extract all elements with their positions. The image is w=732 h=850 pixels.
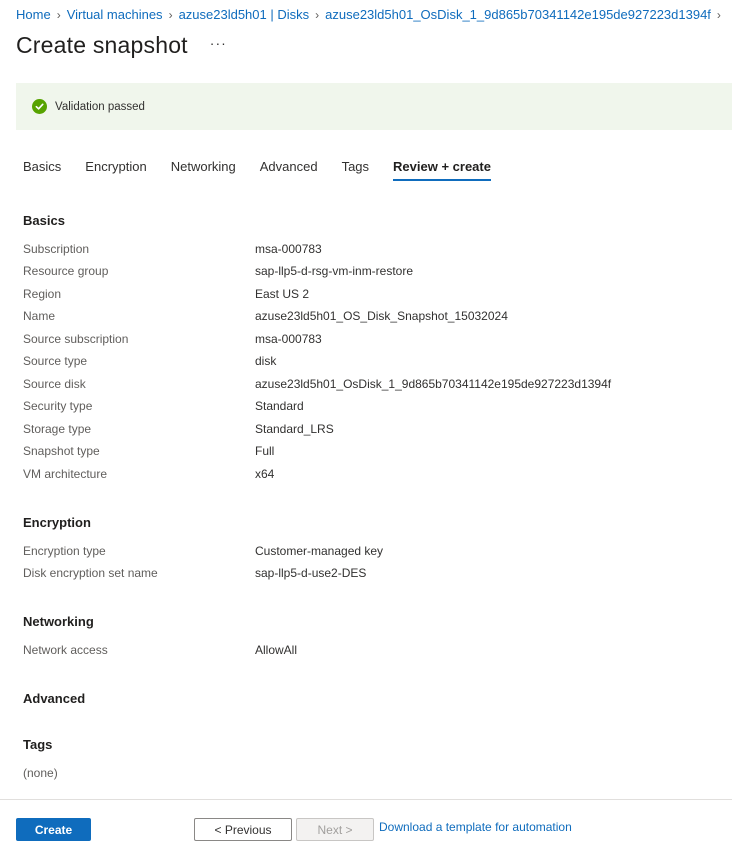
tab-review-create[interactable]: Review + create: [393, 159, 491, 183]
chevron-right-icon: ›: [168, 7, 173, 22]
label-subscription: Subscription: [23, 242, 90, 256]
previous-button[interactable]: < Previous: [194, 818, 292, 841]
value-network-access: AllowAll: [255, 643, 298, 657]
success-check-icon: [32, 99, 47, 114]
value-region: East US 2: [255, 287, 310, 301]
label-network-access: Network access: [23, 643, 108, 657]
value-disk-encryption-set: sap-llp5-d-use2-DES: [255, 566, 367, 580]
label-vm-architecture: VM architecture: [23, 467, 108, 481]
tab-networking[interactable]: Networking: [171, 159, 236, 183]
breadcrumb: Home › Virtual machines › azuse23ld5h01 …: [16, 7, 727, 22]
title-row: Create snapshot ···: [16, 32, 227, 59]
validation-banner: Validation passed: [16, 83, 732, 130]
footer-divider: [0, 799, 732, 800]
tab-tags[interactable]: Tags: [342, 159, 369, 183]
value-subscription: msa-000783: [255, 242, 322, 256]
download-template-link[interactable]: Download a template for automation: [379, 820, 572, 834]
section-title-tags: Tags: [23, 737, 53, 752]
label-region: Region: [23, 287, 62, 301]
value-source-type: disk: [255, 354, 277, 368]
label-disk-encryption-set: Disk encryption set name: [23, 566, 158, 580]
value-vm-architecture: x64: [255, 467, 275, 481]
tab-bar: Basics Encryption Networking Advanced Ta…: [23, 159, 515, 183]
tab-encryption[interactable]: Encryption: [85, 159, 146, 183]
label-security-type: Security type: [23, 399, 93, 413]
chevron-right-icon: ›: [315, 7, 320, 22]
value-encryption-type: Customer-managed key: [255, 544, 384, 558]
page-title: Create snapshot: [16, 32, 188, 58]
breadcrumb-vm-disks[interactable]: azuse23ld5h01 | Disks: [179, 7, 310, 22]
label-storage-type: Storage type: [23, 422, 92, 436]
breadcrumb-home[interactable]: Home: [16, 7, 51, 22]
label-name: Name: [23, 309, 56, 323]
tab-basics[interactable]: Basics: [23, 159, 61, 183]
section-title-encryption: Encryption: [23, 515, 91, 530]
tags-empty-value: (none): [23, 766, 58, 780]
value-security-type: Standard: [255, 399, 304, 413]
value-snapshot-type: Full: [255, 444, 275, 458]
section-title-networking: Networking: [23, 614, 94, 629]
value-name: azuse23ld5h01_OS_Disk_Snapshot_15032024: [255, 309, 508, 323]
label-source-disk: Source disk: [23, 377, 86, 391]
breadcrumb-os-disk[interactable]: azuse23ld5h01_OsDisk_1_9d865b70341142e19…: [325, 7, 711, 22]
value-source-subscription: msa-000783: [255, 332, 322, 346]
label-snapshot-type: Snapshot type: [23, 444, 100, 458]
next-button[interactable]: Next >: [296, 818, 374, 841]
value-source-disk: azuse23ld5h01_OsDisk_1_9d865b70341142e19…: [255, 377, 612, 391]
section-title-basics: Basics: [23, 213, 65, 228]
label-encryption-type: Encryption type: [23, 544, 106, 558]
chevron-right-icon: ›: [716, 7, 721, 22]
section-title-advanced: Advanced: [23, 691, 86, 706]
tab-advanced[interactable]: Advanced: [260, 159, 318, 183]
validation-text: Validation passed: [55, 100, 145, 113]
create-button[interactable]: Create: [16, 818, 91, 841]
label-source-subscription: Source subscription: [23, 332, 129, 346]
more-options-button[interactable]: ···: [210, 35, 227, 51]
label-source-type: Source type: [23, 354, 88, 368]
breadcrumb-virtual-machines[interactable]: Virtual machines: [67, 7, 163, 22]
value-resource-group: sap-llp5-d-rsg-vm-inm-restore: [255, 264, 414, 278]
label-resource-group: Resource group: [23, 264, 109, 278]
value-storage-type: Standard_LRS: [255, 422, 334, 436]
chevron-right-icon: ›: [56, 7, 61, 22]
